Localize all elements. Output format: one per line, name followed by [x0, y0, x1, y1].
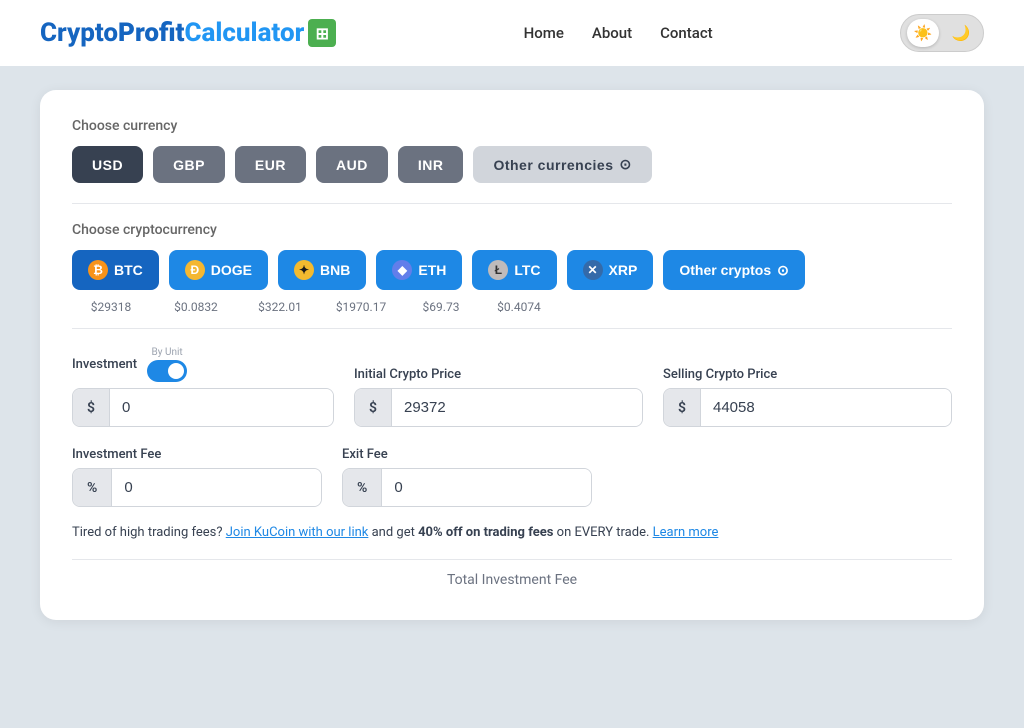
- crypto-btn-eth[interactable]: ◆ ETH: [376, 250, 462, 290]
- investment-fee-label: Investment Fee: [72, 447, 322, 462]
- currency-btn-gbp[interactable]: GBP: [153, 146, 225, 183]
- crypto-label: Choose cryptocurrency: [72, 222, 952, 238]
- promo-bold: 40% off on trading fees: [418, 525, 553, 540]
- exit-fee-prefix: %: [343, 469, 382, 506]
- currency-btn-aud[interactable]: AUD: [316, 146, 388, 183]
- selling-price-label: Selling Crypto Price: [663, 367, 952, 382]
- by-unit-label: By Unit: [152, 347, 183, 358]
- currency-buttons: USD GBP EUR AUD INR Other currencies ⊙: [72, 146, 952, 183]
- navbar: CryptoProfitCalculator ⊞ Home About Cont…: [0, 0, 1024, 66]
- selling-price-input[interactable]: [701, 389, 951, 426]
- investment-label: Investment: [72, 357, 137, 372]
- selling-price-group: Selling Crypto Price $: [663, 367, 952, 427]
- exit-fee-input[interactable]: [382, 469, 591, 506]
- exit-fee-input-group: %: [342, 468, 592, 507]
- divider-1: [72, 203, 952, 204]
- investment-input-group: $: [72, 388, 334, 427]
- crypto-btn-doge[interactable]: Ð DOGE: [169, 250, 268, 290]
- initial-price-input[interactable]: [392, 389, 642, 426]
- initial-price-group: Initial Crypto Price $: [354, 367, 643, 427]
- light-mode-button[interactable]: ☀️: [907, 19, 939, 47]
- other-cryptos-label: Other cryptos: [679, 262, 771, 278]
- investment-fee-input[interactable]: [112, 469, 321, 506]
- doge-price: $0.0832: [152, 300, 232, 314]
- total-investment-fee-label: Total Investment Fee: [72, 559, 952, 588]
- investment-input[interactable]: [110, 389, 333, 426]
- doge-icon: Ð: [185, 260, 205, 280]
- logo-profit: Profit: [118, 18, 184, 48]
- theme-toggle: ☀️ 🌙: [900, 14, 984, 52]
- promo-middle: and get: [372, 525, 418, 540]
- crypto-btn-xrp[interactable]: ✕ XRP: [567, 250, 654, 290]
- bnb-price: $322.01: [242, 300, 312, 314]
- btc-icon: ₿: [88, 260, 108, 280]
- other-currencies-label: Other currencies: [493, 157, 613, 173]
- nav-home[interactable]: Home: [524, 24, 564, 42]
- main-content: Choose currency USD GBP EUR AUD INR Othe…: [0, 66, 1024, 644]
- currency-btn-eur[interactable]: EUR: [235, 146, 306, 183]
- nav-about[interactable]: About: [592, 24, 632, 42]
- promo-text: Tired of high trading fees? Join KuCoin …: [72, 523, 952, 543]
- ltc-label: LTC: [514, 262, 540, 278]
- crypto-prices-row: $29318 $0.0832 $322.01 $1970.17 $69.73 $…: [72, 296, 952, 314]
- promo-after: on EVERY trade.: [557, 525, 653, 540]
- logo-icon: ⊞: [308, 19, 336, 47]
- currency-label: Choose currency: [72, 118, 952, 134]
- inputs-section: Investment By Unit $ Initial Crypto Pric…: [72, 347, 952, 588]
- eth-price: $1970.17: [322, 300, 394, 314]
- promo-link[interactable]: Join KuCoin with our link: [226, 525, 369, 540]
- eth-icon: ◆: [392, 260, 412, 280]
- crypto-btn-bnb[interactable]: ✦ BNB: [278, 250, 366, 290]
- investment-fee-input-group: %: [72, 468, 322, 507]
- learn-more-link[interactable]: Learn more: [653, 525, 719, 540]
- currency-btn-inr[interactable]: INR: [398, 146, 464, 183]
- logo: CryptoProfitCalculator ⊞: [40, 18, 336, 48]
- initial-price-input-group: $: [354, 388, 643, 427]
- logo-crypto: Crypto: [40, 18, 118, 48]
- crypto-chevron-icon: ⊙: [777, 262, 789, 279]
- nav-contact[interactable]: Contact: [660, 24, 713, 42]
- investment-fee-group: Investment Fee %: [72, 447, 322, 507]
- chevron-down-icon: ⊙: [620, 156, 632, 173]
- exit-fee-group: Exit Fee %: [342, 447, 592, 507]
- initial-price-label: Initial Crypto Price: [354, 367, 643, 382]
- promo-before: Tired of high trading fees?: [72, 525, 223, 540]
- by-unit-toggle[interactable]: [147, 360, 187, 382]
- crypto-btn-other[interactable]: Other cryptos ⊙: [663, 250, 805, 290]
- ltc-price: $69.73: [404, 300, 472, 314]
- currency-btn-other[interactable]: Other currencies ⊙: [473, 146, 651, 183]
- currency-btn-usd[interactable]: USD: [72, 146, 143, 183]
- investment-fee-prefix: %: [73, 469, 112, 506]
- exit-fee-label: Exit Fee: [342, 447, 592, 462]
- bnb-icon: ✦: [294, 260, 314, 280]
- initial-price-prefix: $: [355, 389, 392, 426]
- crypto-buttons: ₿ BTC Ð DOGE ✦ BNB ◆ ETH Ł LTC ✕ XRP: [72, 250, 952, 290]
- btc-price: $29318: [72, 300, 142, 314]
- xrp-price: $0.4074: [482, 300, 550, 314]
- investment-prefix: $: [73, 389, 110, 426]
- calculator-card: Choose currency USD GBP EUR AUD INR Othe…: [40, 90, 984, 620]
- ltc-icon: Ł: [488, 260, 508, 280]
- divider-2: [72, 328, 952, 329]
- eth-label: ETH: [418, 262, 446, 278]
- xrp-icon: ✕: [583, 260, 603, 280]
- selling-price-input-group: $: [663, 388, 952, 427]
- nav-links: Home About Contact: [524, 24, 713, 42]
- doge-label: DOGE: [211, 262, 252, 278]
- xrp-label: XRP: [609, 262, 638, 278]
- logo-calculator: Calculator: [184, 18, 304, 48]
- crypto-btn-ltc[interactable]: Ł LTC: [472, 250, 556, 290]
- crypto-btn-btc[interactable]: ₿ BTC: [72, 250, 159, 290]
- dark-mode-button[interactable]: 🌙: [945, 19, 977, 47]
- selling-price-prefix: $: [664, 389, 701, 426]
- btc-label: BTC: [114, 262, 143, 278]
- bnb-label: BNB: [320, 262, 350, 278]
